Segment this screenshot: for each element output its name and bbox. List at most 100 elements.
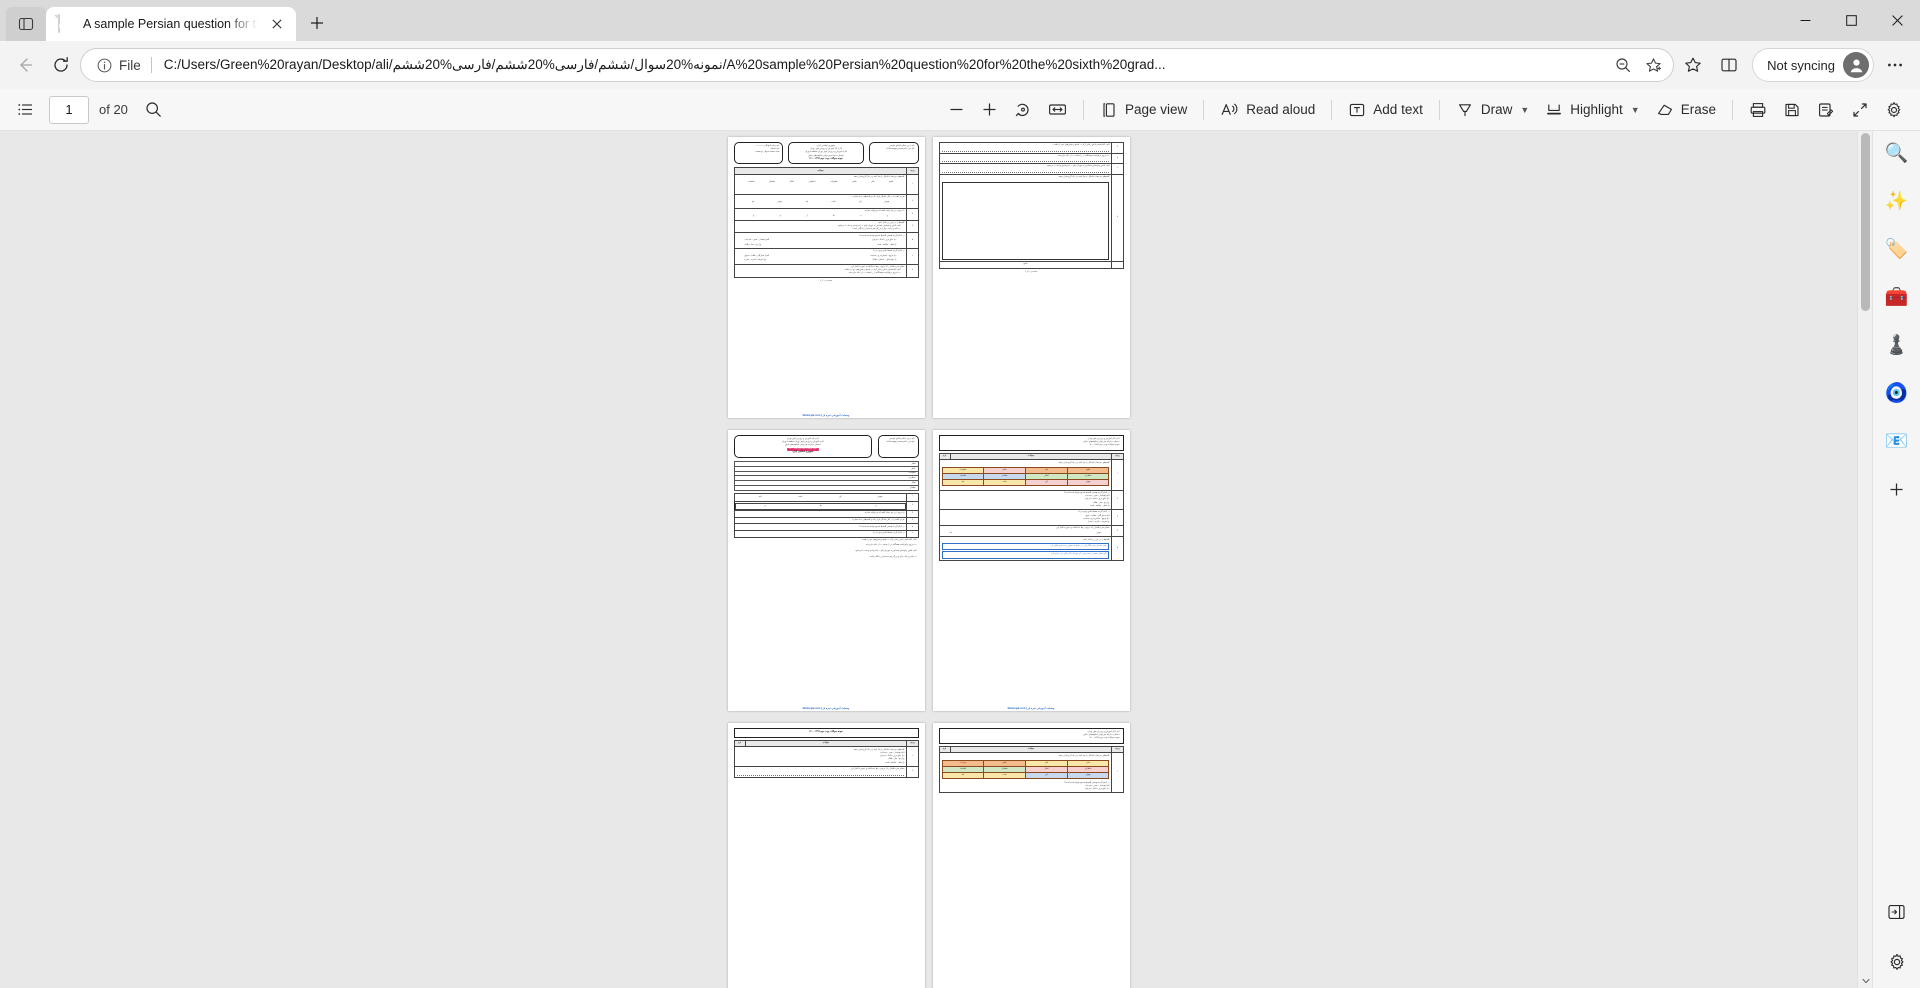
chevron-down-icon[interactable]: ▼ bbox=[1631, 105, 1640, 115]
scrollbar-thumb[interactable] bbox=[1861, 133, 1870, 311]
question-cell: کلمه‌های مرتبط با یکدیگر را پیدا کنید و … bbox=[938, 173, 1113, 263]
maximize-button[interactable] bbox=[1828, 0, 1874, 41]
read-aloud-button[interactable]: Read aloud bbox=[1213, 95, 1322, 125]
microsoft365-icon[interactable]: 🧿 bbox=[1881, 377, 1913, 409]
back-button[interactable] bbox=[8, 48, 42, 82]
pdf-page[interactable]: نام درس: املا و انشای فارسی نام دبیر: خا… bbox=[727, 137, 925, 418]
profile-sync-button[interactable]: Not syncing bbox=[1752, 48, 1874, 82]
scroll-down-arrow-icon[interactable] bbox=[1858, 974, 1873, 988]
colored-answer-table: تعلیم فکر خاطر معلومات منتظران افکار معل… bbox=[941, 466, 1110, 486]
question-options: هوش آور پشت پایه bbox=[737, 496, 905, 499]
choice: د) خوشحالی - احسان - هلاک bbox=[872, 259, 897, 262]
browser-tab[interactable]: A sample Persian question for the bbox=[46, 7, 296, 41]
pdf-page[interactable]: ۴ الف: کتابخانه‌ی دانش زمانی آزاد ــــ پ… bbox=[932, 137, 1130, 418]
close-icon[interactable] bbox=[266, 13, 288, 35]
page-view-button[interactable]: Page view bbox=[1093, 95, 1194, 125]
browser-more-settings-button[interactable] bbox=[1878, 48, 1912, 82]
table-row: ۲ در کدام گزینه، همه‌ی کلمه‌ها صحیح نوشت… bbox=[938, 489, 1124, 511]
zoom-out-button[interactable] bbox=[941, 95, 972, 125]
zoom-in-button[interactable] bbox=[974, 95, 1005, 125]
colored-answer-table: تعلیم فکر خاطر معلومات منتظران افکار معل… bbox=[941, 759, 1110, 779]
option: خوش bbox=[1096, 532, 1102, 535]
new-tab-button[interactable] bbox=[302, 8, 332, 38]
header-center-box: جمهوری اسلامی ایران اداره کل آموزش و پرو… bbox=[788, 142, 864, 165]
question-number: ۴ bbox=[1111, 142, 1124, 154]
pdf-pages-container: نام درس: املا و انشای فارسی نام دبیر: خا… bbox=[0, 131, 1857, 988]
question-cell: معنای ضرب‌المثل را با حروف ربط «چنانکه» … bbox=[938, 525, 1113, 538]
question-text: معنای ضرب‌المثل را با حروف ربط «چنانکه» … bbox=[850, 768, 905, 771]
save-button[interactable] bbox=[1776, 95, 1808, 125]
pdf-document-viewer[interactable]: نام درس: املا و انشای فارسی نام دبیر: خا… bbox=[0, 131, 1857, 988]
pdf-settings-button[interactable] bbox=[1878, 95, 1910, 125]
col-row-header: ردیف bbox=[906, 739, 919, 748]
erase-button[interactable]: Erase bbox=[1649, 95, 1723, 125]
option: م bbox=[764, 505, 766, 508]
tab-actions-sidebar-button[interactable] bbox=[6, 7, 46, 41]
chevron-down-icon[interactable]: ▼ bbox=[1520, 105, 1529, 115]
outlook-icon[interactable]: 📧 bbox=[1881, 425, 1913, 457]
plus-icon bbox=[983, 103, 996, 116]
save-as-button[interactable] bbox=[1810, 95, 1842, 125]
info-circle-icon[interactable] bbox=[93, 54, 115, 76]
page-number-input[interactable] bbox=[49, 95, 89, 124]
vertical-scrollbar[interactable] bbox=[1857, 131, 1872, 988]
question-cell: معنای ضرب‌المثل را با حروف ربط «چنانکه» … bbox=[733, 263, 908, 278]
question-number: ۲ bbox=[906, 500, 919, 512]
question-number: ۶ bbox=[1111, 163, 1124, 175]
pdf-page-row: نام درس: املا و انشای فارسی نام دبیر: خا… bbox=[727, 137, 1130, 418]
close-window-button[interactable] bbox=[1874, 0, 1920, 41]
pdf-page[interactable]: اداره کل آموزش و پرورش شهر تهران دبستان … bbox=[932, 723, 1130, 988]
pdf-page[interactable]: نمونه سوالات نوبت دوم ۱۳۹۹-۱۴۰۰ ردیف سوا… bbox=[727, 723, 925, 988]
fullscreen-button[interactable] bbox=[1844, 95, 1876, 125]
question-text: کلمه‌های مرتبط با یکدیگر را پیدا کنید و … bbox=[1058, 461, 1110, 464]
games-icon[interactable]: ♟️ bbox=[1881, 329, 1913, 361]
table-of-contents-button[interactable] bbox=[10, 95, 41, 125]
option: پایه bbox=[758, 496, 762, 499]
reload-button[interactable] bbox=[44, 48, 78, 82]
draw-button[interactable]: Draw ▼ bbox=[1449, 95, 1536, 125]
fit-to-width-button[interactable] bbox=[1041, 95, 1074, 125]
minimize-button[interactable] bbox=[1782, 0, 1828, 41]
question-cell: کلمه‌های مرتبط با یکدیگر را پیدا کنید و … bbox=[733, 174, 908, 196]
pdf-page[interactable]: نام درس: املا و انشای فارسی نام دبیر: خا… bbox=[727, 430, 925, 711]
col-questions-header: سوالات bbox=[733, 167, 908, 176]
question-number: ۶ bbox=[906, 248, 919, 265]
teacher-label: نام دبیر: خانم‌محمدی فهیمه‌سادات bbox=[885, 148, 915, 151]
add-text-button[interactable]: Add text bbox=[1341, 95, 1430, 125]
question-cell: با حروف زیر، هر تعداد کلمه که می‌توانید … bbox=[733, 208, 908, 221]
option: نام bbox=[949, 532, 952, 535]
header-left-box: نام درس: املا و انشای فارسی نام دبیر: خا… bbox=[868, 142, 919, 165]
star-favorite-icon[interactable] bbox=[1639, 51, 1667, 79]
draw-label: Draw bbox=[1480, 102, 1513, 117]
question-text: کلمه‌های مرتبط با یکدیگر را پیدا کنید و … bbox=[1058, 754, 1110, 757]
tools-icon[interactable]: 🧰 bbox=[1881, 281, 1913, 313]
eraser-icon bbox=[1657, 104, 1672, 115]
sidebar-settings-icon[interactable] bbox=[1881, 946, 1913, 978]
option: آور bbox=[838, 496, 842, 499]
search-icon[interactable]: 🔍 bbox=[1881, 137, 1913, 169]
highlight-button[interactable]: Highlight ▼ bbox=[1538, 95, 1646, 125]
question-number: ۲ bbox=[906, 194, 919, 210]
add-sidebar-icon[interactable] bbox=[1881, 473, 1913, 505]
add-text-label: Add text bbox=[1373, 102, 1423, 117]
copilot-icon[interactable]: ✨ bbox=[1881, 185, 1913, 217]
address-bar[interactable]: File C:/Users/Green%20rayan/Desktop/ali/… bbox=[80, 48, 1675, 82]
table-row: ۴ الف: کتابخانه‌ی دانش زمانی آزاد ــــ پ… bbox=[938, 142, 1124, 154]
zoom-out-icon[interactable] bbox=[1609, 51, 1637, 79]
collections-button[interactable] bbox=[1676, 48, 1710, 82]
search-document-button[interactable] bbox=[138, 95, 169, 125]
table-row: پاسخ bbox=[938, 261, 1124, 269]
col-questions-header: سوالات bbox=[949, 452, 1113, 461]
option: م bbox=[779, 215, 781, 218]
customize-sidebar-icon[interactable] bbox=[1881, 896, 1913, 928]
question-options: و ب ط ل م ع bbox=[737, 215, 905, 218]
rotate-button[interactable] bbox=[1007, 95, 1039, 125]
answer-line bbox=[941, 160, 1110, 163]
shopping-icon[interactable]: 🏷️ bbox=[1881, 233, 1913, 265]
page-footer: وبسایت آموزشی نمره یار | Nomreyar.com bbox=[1007, 706, 1055, 710]
choice: ب) فروغ - سپاس‌داری - غنیمت bbox=[870, 254, 897, 257]
question-cell: الف: کتابخانه‌ی دانش زمانی آزاد ــــ پاس… bbox=[938, 142, 1113, 154]
print-button[interactable] bbox=[1742, 95, 1774, 125]
split-screen-button[interactable] bbox=[1712, 48, 1746, 82]
pdf-page[interactable]: اداره کل آموزش و پرورش شهر تهران دبستان … bbox=[932, 430, 1130, 711]
